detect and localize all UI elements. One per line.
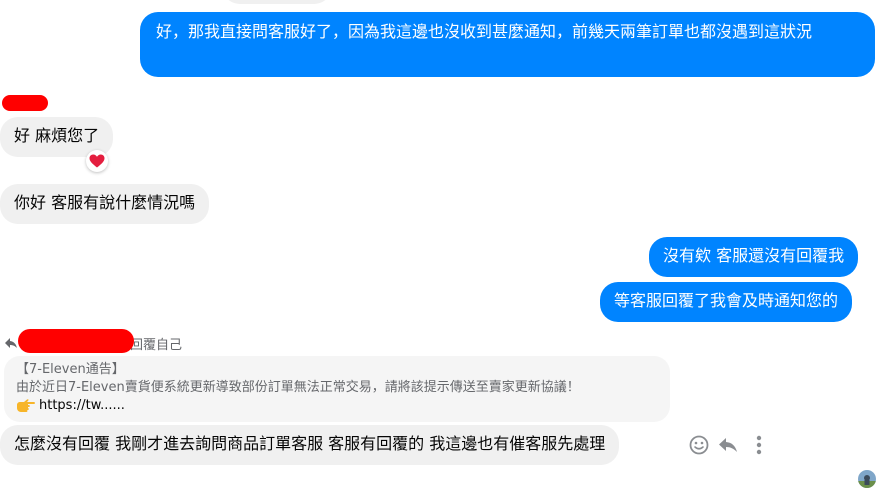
previous-message-bubble-edge — [222, 0, 332, 4]
reply-button[interactable] — [715, 432, 741, 458]
message-text: 怎麼沒有回覆 我剛才進去詢問商品訂單客服 客服有回覆的 我這邊也有催客服先處理 — [14, 434, 606, 453]
message-text: 等客服回覆了我會及時通知您的 — [614, 291, 839, 310]
smiley-icon — [689, 435, 709, 455]
quoted-line: 【7-Eleven通告】 — [16, 362, 125, 377]
message-reaction[interactable] — [86, 150, 108, 172]
incoming-message[interactable]: 你好 客服有說什麼情況嗎 — [0, 184, 210, 224]
more-vertical-icon — [756, 435, 762, 455]
quoted-line: https://tw...... — [16, 397, 658, 415]
react-button[interactable] — [686, 432, 712, 458]
quoted-message[interactable]: 【7-Eleven通告】 由於近日7-Eleven賣貨便系統更新導致部份訂單無法… — [4, 356, 670, 422]
message-text: 沒有欸 客服還沒有回覆我 — [663, 246, 845, 265]
outgoing-message[interactable]: 好，那我直接問客服好了，因為我這邊也沒收到甚麼通知，前幾天兩筆訂單也都沒遇到這狀… — [140, 12, 875, 77]
redacted-sender-name — [18, 329, 134, 353]
quoted-line: 由於近日7-Eleven賣貨便系統更新導致部份訂單無法正常交易，請將該提示傳送至… — [16, 380, 580, 395]
reply-icon — [719, 438, 737, 452]
message-text: 好 麻煩您了 — [14, 126, 100, 145]
redacted-sender-name — [2, 95, 48, 111]
message-text: 你好 客服有說什麼情況嗎 — [14, 193, 196, 212]
reply-arrow-icon — [5, 338, 17, 348]
message-text: 好，那我直接問客服好了，因為我這邊也沒收到甚麼通知，前幾天兩筆訂單也都沒遇到這狀… — [156, 22, 813, 41]
outgoing-message[interactable]: 沒有欸 客服還沒有回覆我 — [649, 237, 859, 277]
outgoing-message[interactable]: 等客服回覆了我會及時通知您的 — [600, 282, 853, 322]
pointing-right-hand-icon — [17, 399, 35, 412]
incoming-message[interactable]: 怎麼沒有回覆 我剛才進去詢問商品訂單客服 客服有回覆的 我這邊也有催客服先處理 — [0, 425, 620, 465]
more-options-button[interactable] — [746, 432, 772, 458]
reply-context-text: 回覆自己 — [130, 337, 183, 353]
heart-icon — [89, 154, 105, 168]
read-receipt-avatar — [858, 470, 876, 488]
